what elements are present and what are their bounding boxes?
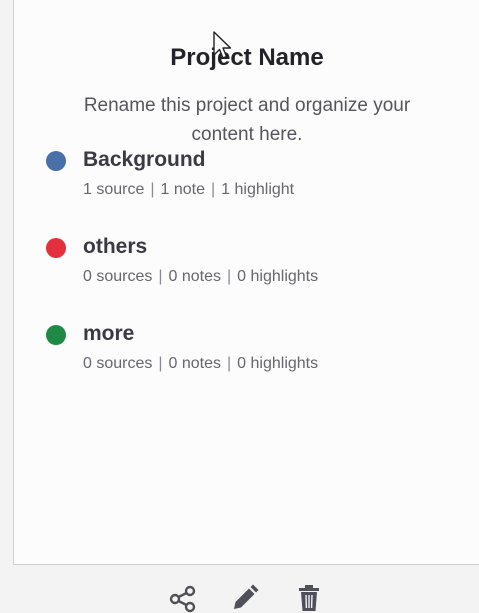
category-color-dot bbox=[46, 238, 66, 258]
project-card: Project Name Rename this project and org… bbox=[13, 0, 479, 565]
category-color-dot bbox=[46, 151, 66, 171]
project-description: Rename this project and organize your co… bbox=[83, 95, 411, 145]
highlights-count: 0 highlights bbox=[237, 355, 319, 372]
mouse-cursor-icon bbox=[213, 31, 232, 59]
stats-separator: | bbox=[227, 268, 232, 285]
highlights-count: 1 highlight bbox=[221, 181, 295, 198]
category-name[interactable]: Background bbox=[83, 147, 206, 173]
stats-separator: | bbox=[150, 181, 155, 198]
sources-count: 0 sources bbox=[83, 268, 153, 285]
category-name[interactable]: more bbox=[83, 321, 134, 347]
category-stats: 0 sources | 0 notes | 0 highlights bbox=[83, 355, 318, 373]
stats-separator: | bbox=[227, 355, 232, 372]
pencil-icon[interactable] bbox=[229, 583, 261, 613]
category-name[interactable]: others bbox=[83, 234, 147, 260]
stats-separator: | bbox=[158, 355, 163, 372]
project-title[interactable]: Project Name bbox=[14, 44, 479, 72]
notes-count: 1 note bbox=[160, 181, 206, 198]
share-icon[interactable] bbox=[167, 583, 199, 613]
category-stats: 1 source | 1 note | 1 highlight bbox=[83, 181, 294, 199]
notes-count: 0 notes bbox=[168, 355, 222, 372]
notes-count: 0 notes bbox=[168, 268, 222, 285]
sources-count: 0 sources bbox=[83, 355, 153, 372]
highlights-count: 0 highlights bbox=[237, 268, 319, 285]
stats-separator: | bbox=[211, 181, 216, 198]
category-stats: 0 sources | 0 notes | 0 highlights bbox=[83, 268, 318, 286]
stats-separator: | bbox=[158, 268, 163, 285]
sources-count: 1 source bbox=[83, 181, 145, 198]
project-toolbar bbox=[165, 583, 325, 613]
category-color-dot bbox=[46, 325, 66, 345]
trash-icon[interactable] bbox=[293, 583, 325, 613]
